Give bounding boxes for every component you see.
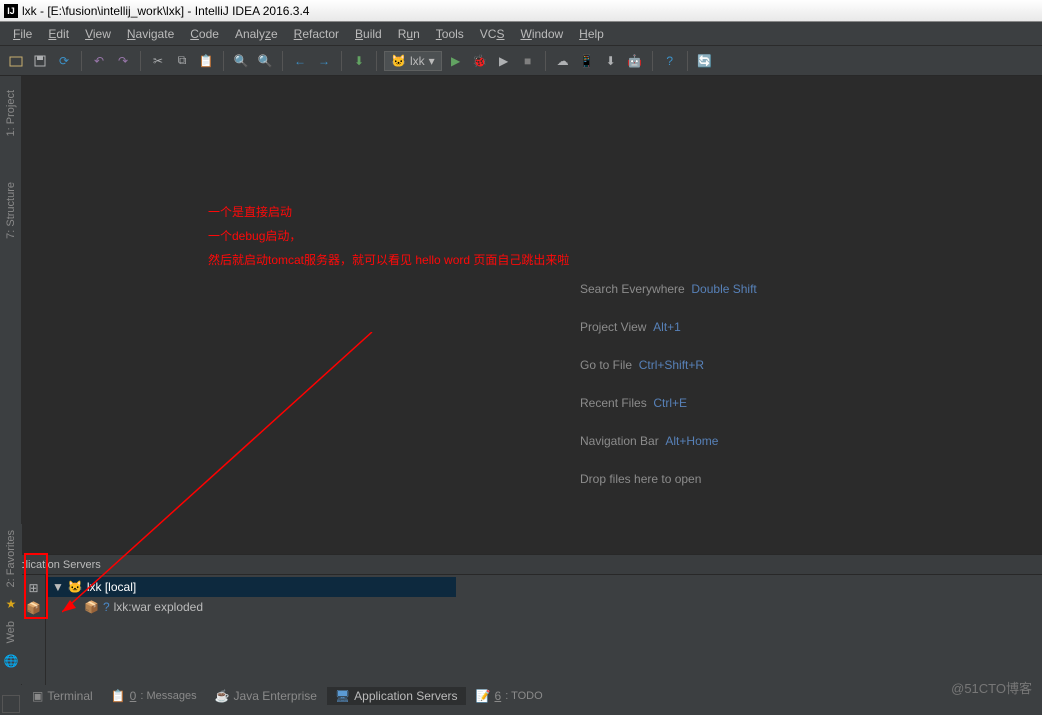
title-app: IntelliJ IDEA 2016.3.4 [195, 4, 310, 18]
coverage-icon[interactable]: ▶ [494, 51, 514, 71]
watermark: @51CTO博客 [951, 678, 1032, 697]
left-gutter: 1: Project 7: Structure [0, 76, 22, 554]
todo-icon: 📝 [476, 689, 491, 703]
menu-bar: File Edit View Navigate Code Analyze Ref… [0, 22, 1042, 46]
bottom-tabs: ▣Terminal 📋0: Messages ☕Java Enterprise … [0, 684, 1042, 706]
expand-icon[interactable]: ▼ [52, 580, 64, 594]
javaee-icon: ☕ [215, 689, 230, 703]
artifact-icon: 📦 [84, 600, 99, 614]
menu-build[interactable]: Build [348, 25, 389, 43]
tomcat-icon: 🐱 [391, 54, 406, 68]
tab-todo[interactable]: 📝6: TODO [468, 687, 551, 705]
server-artifact-icon[interactable]: 📦 [26, 601, 41, 615]
tab-terminal[interactable]: ▣Terminal [24, 687, 101, 705]
menu-help[interactable]: Help [572, 25, 611, 43]
menu-window[interactable]: Window [513, 25, 570, 43]
web-tool-button[interactable]: Web [5, 615, 17, 649]
editor-area: 一个是直接启动 一个debug启动， 然后就启动tomcat服务器，就可以看见 … [22, 76, 1042, 554]
forward-icon[interactable]: → [314, 51, 334, 71]
structure-tool-button[interactable]: 7: Structure [5, 174, 17, 247]
servers-icon: 🖥 [335, 689, 350, 703]
star-icon: ★ [6, 597, 17, 611]
menu-tools[interactable]: Tools [429, 25, 471, 43]
question-icon: ? [103, 600, 110, 614]
replace-icon[interactable]: 🔍 [255, 51, 275, 71]
copy-icon[interactable]: ⧉ [172, 51, 192, 71]
title-project: lxk [22, 4, 37, 18]
app-servers-panel: Application Servers ▶ 🐞 ■ ⊞ 📦 ▼ 🐱 lxk [l… [0, 554, 1042, 684]
menu-analyze[interactable]: Analyze [228, 25, 285, 43]
avd-icon[interactable]: 📱 [577, 51, 597, 71]
tab-messages[interactable]: 📋0: Messages [103, 687, 205, 705]
app-servers-header[interactable]: Application Servers [0, 555, 1042, 575]
menu-view[interactable]: View [78, 25, 118, 43]
tab-app-servers[interactable]: 🖥Application Servers [327, 687, 466, 705]
open-icon[interactable] [6, 51, 26, 71]
project-tool-button[interactable]: 1: Project [5, 82, 17, 144]
save-icon[interactable] [30, 51, 50, 71]
artifact-label: lxk:war exploded [114, 600, 203, 614]
title-bar: IJ lxk - [E:\fusion\intellij_work\lxk] -… [0, 0, 1042, 22]
menu-file[interactable]: File [6, 25, 39, 43]
menu-refactor[interactable]: Refactor [287, 25, 346, 43]
messages-icon: 📋 [111, 689, 126, 703]
app-icon: IJ [4, 4, 18, 18]
redo-icon[interactable]: ↷ [113, 51, 133, 71]
stop-icon[interactable]: ■ [518, 51, 538, 71]
title-path: [E:\fusion\intellij_work\lxk] [47, 4, 184, 18]
cloud-icon[interactable]: ☁ [553, 51, 573, 71]
sdk-icon[interactable]: ⬇ [601, 51, 621, 71]
server-label: lxk [local] [87, 580, 136, 594]
menu-edit[interactable]: Edit [41, 25, 76, 43]
tool-window-toggle[interactable] [2, 695, 20, 713]
find-icon[interactable]: 🔍 [231, 51, 251, 71]
server-tree: ▼ 🐱 lxk [local] 📦 ? lxk:war exploded [46, 575, 1042, 685]
run-icon[interactable]: ▶ [446, 51, 466, 71]
globe-icon: 🌐 [4, 654, 19, 668]
build-icon[interactable]: ⬇ [349, 51, 369, 71]
ddms-icon[interactable]: 🤖 [625, 51, 645, 71]
back-icon[interactable]: ← [290, 51, 310, 71]
toolbar: ⟳ ↶ ↷ ✂ ⧉ 📋 🔍 🔍 ← → ⬇ 🐱 lxk ▾ ▶ 🐞 ▶ ■ ☁ … [0, 46, 1042, 76]
run-config-selector[interactable]: 🐱 lxk ▾ [384, 51, 442, 71]
cut-icon[interactable]: ✂ [148, 51, 168, 71]
debug-icon[interactable]: 🐞 [470, 51, 490, 71]
tomcat-icon: 🐱 [68, 580, 83, 594]
jrebel-icon[interactable]: 🔄 [695, 51, 715, 71]
favorites-tool-button[interactable]: 2: Favorites [5, 524, 17, 593]
menu-code[interactable]: Code [183, 25, 226, 43]
server-item-lxk[interactable]: ▼ 🐱 lxk [local] [46, 577, 456, 597]
paste-icon[interactable]: 📋 [196, 51, 216, 71]
help-icon[interactable]: ? [660, 51, 680, 71]
undo-icon[interactable]: ↶ [89, 51, 109, 71]
server-artifact-item[interactable]: 📦 ? lxk:war exploded [46, 597, 1042, 617]
sync-icon[interactable]: ⟳ [54, 51, 74, 71]
server-deploy-icon[interactable]: ⊞ [28, 581, 38, 595]
menu-run[interactable]: Run [391, 25, 427, 43]
menu-vcs[interactable]: VCS [473, 25, 512, 43]
chevron-down-icon: ▾ [429, 54, 435, 68]
run-config-label: lxk [410, 54, 425, 68]
terminal-icon: ▣ [32, 689, 43, 703]
menu-navigate[interactable]: Navigate [120, 25, 181, 43]
empty-editor-hints: Search Everywhere Double Shift Project V… [580, 270, 757, 498]
tab-java-ee[interactable]: ☕Java Enterprise [207, 687, 325, 705]
annotation-text: 一个是直接启动 一个debug启动， 然后就启动tomcat服务器，就可以看见 … [208, 200, 569, 272]
